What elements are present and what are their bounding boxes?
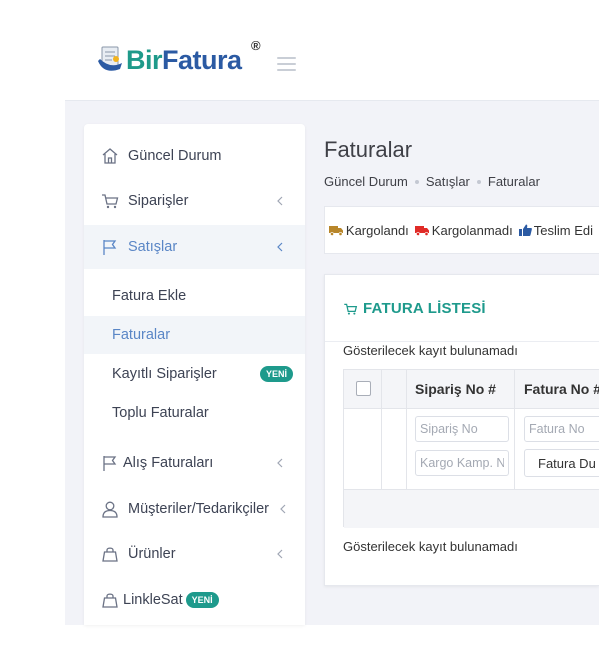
cart-icon (344, 303, 358, 315)
chevron-left-icon (277, 242, 283, 252)
breadcrumb-item-satislar[interactable]: Satışlar (426, 174, 470, 189)
legend-item-kargolanmadi: Kargolanmadı (414, 222, 513, 238)
panel-title-text: FATURA LİSTESİ (363, 300, 486, 317)
sidebar-item-musteriler-tedarikciler[interactable]: Müşteriler/Tedarikçiler (84, 487, 305, 531)
chevron-left-icon (280, 504, 286, 514)
sidebar-subitem-faturalar[interactable]: Faturalar (84, 316, 305, 354)
panel-divider (325, 341, 599, 342)
campaign-filter-input[interactable] (415, 450, 509, 476)
menu-toggle-icon[interactable] (277, 57, 296, 71)
empty-message-top: Gösterilecek kayıt bulunamadı (343, 343, 518, 358)
chevron-left-icon (277, 196, 283, 206)
birfatura-logo[interactable]: Bir Fatura ® (96, 38, 261, 80)
chevron-left-icon (277, 458, 283, 468)
page-title: Faturalar (324, 137, 413, 162)
home-icon (101, 147, 119, 165)
order-no-filter-input[interactable] (415, 416, 509, 442)
logo-text-bir: Bir (126, 44, 163, 75)
sidebar-item-siparisler[interactable]: Siparişler (84, 179, 305, 223)
legend-label: Teslim Edi (533, 222, 593, 238)
flag-icon (101, 238, 119, 256)
sidebar-item-label: Siparişler (128, 193, 189, 209)
breadcrumb-separator (476, 179, 481, 184)
truck-icon (414, 225, 429, 236)
sidebar-item-label: Güncel Durum (128, 148, 222, 164)
sidebar-subitem-label: Kayıtlı Siparişler (112, 366, 217, 382)
column-divider (381, 370, 382, 489)
bag-icon (101, 591, 119, 609)
sidebar-item-label: Müşteriler/Tedarikçiler (128, 501, 270, 517)
legend-label: Kargolandı (345, 222, 409, 238)
select-all-checkbox[interactable] (356, 381, 371, 396)
legend-item-teslim-edildi: Teslim Edi (518, 222, 593, 238)
panel-title: FATURA LİSTESİ (343, 300, 486, 317)
table-footer (344, 489, 599, 528)
empty-message-bottom: Gösterilecek kayıt bulunamadı (343, 539, 518, 554)
truck-icon (328, 225, 343, 236)
invoice-no-filter-input[interactable] (524, 416, 599, 442)
sidebar-subitem-label: Toplu Faturalar (112, 405, 209, 421)
column-divider (406, 370, 407, 489)
column-header-fatura-no[interactable]: Fatura No # (524, 370, 599, 408)
new-badge: YENİ (260, 366, 294, 382)
sidebar-item-alis-faturalari[interactable]: Alış Faturaları (84, 441, 305, 485)
sidebar-subitem-kayitli-siparisler[interactable]: Kayıtlı Siparişler YENİ (84, 355, 305, 393)
invoice-list-panel: FATURA LİSTESİ Gösterilecek kayıt buluna… (324, 274, 599, 586)
sidebar-item-label: Ürünler (128, 546, 176, 562)
thumbs-up-icon (518, 224, 532, 236)
column-header-siparis-no[interactable]: Sipariş No # (415, 370, 496, 408)
status-legend: Kargolandı Kargolanmadı Teslim Edi (324, 206, 599, 254)
cart-icon (101, 192, 119, 210)
invoice-table: Sipariş No # Fatura No # Fatura Du (343, 369, 599, 528)
logo-icon (98, 46, 122, 71)
sidebar-item-satislar[interactable]: Satışlar (84, 225, 305, 269)
breadcrumb-item-home[interactable]: Güncel Durum (324, 174, 408, 189)
new-badge: YENİ (185, 592, 219, 608)
legend-item-kargolandi: Kargolandı (328, 222, 409, 238)
sidebar-item-label: Alış Faturaları (123, 455, 214, 471)
logo-text-fatura: Fatura (162, 44, 242, 75)
sidebar-subitem-toplu-faturalar[interactable]: Toplu Faturalar (84, 394, 305, 432)
sidebar-subitem-fatura-ekle[interactable]: Fatura Ekle (84, 277, 305, 315)
sidebar-item-urunler[interactable]: Ürünler (84, 532, 305, 576)
legend-label: Kargolanmadı (431, 222, 513, 238)
breadcrumb: Güncel Durum Satışlar Faturalar (324, 174, 540, 189)
sidebar-item-guncel-durum[interactable]: Güncel Durum (84, 134, 305, 178)
sidebar-subitem-label: Faturalar (112, 327, 171, 343)
breadcrumb-separator (414, 179, 419, 184)
sidebar: Güncel Durum Siparişler Satışlar Fatura … (84, 124, 305, 625)
breadcrumb-item-faturalar[interactable]: Faturalar (488, 174, 540, 189)
invoice-status-select[interactable]: Fatura Du (524, 449, 599, 477)
bag-icon (101, 545, 119, 563)
top-header: Bir Fatura ® (0, 0, 599, 100)
sidebar-item-label: Satışlar (128, 239, 178, 255)
sidebar-item-linklesat[interactable]: LinkleSat YENİ (84, 578, 305, 622)
registered-mark: ® (251, 38, 261, 53)
chevron-left-icon (277, 549, 283, 559)
table-header: Sipariş No # Fatura No # (344, 370, 599, 409)
sidebar-subitem-label: Fatura Ekle (112, 288, 187, 304)
flag-icon (101, 454, 119, 472)
invoice-status-selected: Fatura Du (538, 455, 596, 471)
sidebar-item-label: LinkleSat (123, 592, 183, 608)
user-icon (101, 500, 119, 518)
column-divider (514, 370, 515, 489)
